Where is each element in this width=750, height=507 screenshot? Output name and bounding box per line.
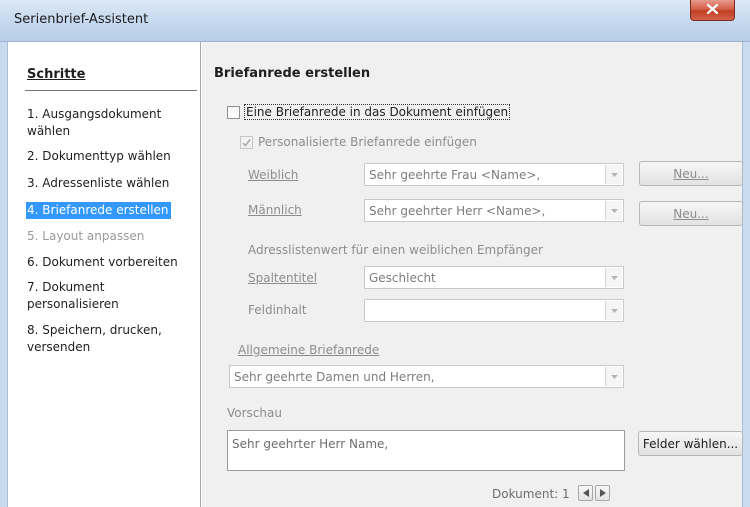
step-1-ausgangsdokument[interactable]: 1. Ausgangsdokument wählen	[27, 106, 197, 140]
female-salutation-select: Sehr geehrte Frau <Name>,	[364, 163, 624, 186]
field-content-select	[364, 299, 624, 322]
title-bar[interactable]: Serienbrief-Assistent	[0, 0, 750, 42]
step-3-adressenliste[interactable]: 3. Adressenliste wählen	[27, 175, 197, 192]
female-new-button-label: Neu...	[673, 166, 709, 181]
wizard-window: Serienbrief-Assistent Schritte 1. Ausgan…	[0, 0, 750, 507]
window-frame-left	[0, 42, 8, 507]
step-label: Dokument vorbereiten	[42, 255, 178, 269]
step-2-dokumenttyp[interactable]: 2. Dokumenttyp wählen	[27, 148, 197, 165]
select-fields-button[interactable]: Felder wählen...	[638, 431, 743, 456]
step-number: 1.	[27, 107, 39, 121]
window-frame-right	[742, 42, 750, 507]
step-number: 3.	[27, 176, 39, 190]
step-number: 4.	[27, 203, 39, 217]
step-label: Dokumenttyp wählen	[42, 149, 171, 163]
male-label: Männlich	[248, 203, 302, 217]
document-label: Dokument:	[492, 487, 559, 501]
document-nav-label: Dokument: 1	[492, 487, 570, 501]
steps-sidebar: Schritte 1. Ausgangsdokument wählen 2. D…	[9, 42, 201, 507]
step-label: Adressenliste wählen	[42, 176, 170, 190]
triangle-right-icon	[599, 486, 606, 500]
previous-document-button[interactable]	[578, 485, 593, 501]
dropdown-arrow-icon	[605, 367, 622, 386]
preview-label: Vorschau	[227, 406, 282, 420]
preview-box: Sehr geehrter Herr Name,	[227, 430, 625, 471]
male-salutation-value: Sehr geehrter Herr <Name>,	[369, 204, 546, 218]
male-new-button: Neu...	[639, 201, 743, 226]
steps-heading: Schritte	[27, 67, 86, 82]
step-number: 8.	[27, 323, 39, 337]
document-number: 1	[562, 487, 570, 501]
step-6-dokument-vorbereiten[interactable]: 6. Dokument vorbereiten	[27, 254, 197, 271]
dropdown-arrow-icon	[605, 201, 622, 220]
female-new-button: Neu...	[639, 161, 743, 186]
window-content: Schritte 1. Ausgangsdokument wählen 2. D…	[0, 42, 750, 507]
page-title: Briefanrede erstellen	[214, 66, 371, 81]
personalized-salutation-label: Personalisierte Briefanrede einfügen	[258, 135, 477, 149]
male-new-button-label: Neu...	[673, 206, 709, 221]
preview-text: Sehr geehrter Herr Name,	[232, 437, 389, 451]
female-salutation-value: Sehr geehrte Frau <Name>,	[369, 168, 541, 182]
step-number: 5.	[27, 229, 39, 243]
triangle-left-icon	[582, 486, 589, 500]
step-label: Briefanrede erstellen	[42, 203, 169, 217]
field-content-label: Feldinhalt	[248, 303, 307, 317]
select-fields-button-label: Felder wählen...	[642, 436, 739, 451]
column-title-value: Geschlecht	[369, 271, 436, 285]
next-document-button[interactable]	[595, 485, 610, 501]
general-salutation-select: Sehr geehrte Damen und Herren,	[229, 365, 624, 388]
step-label: Layout anpassen	[42, 229, 145, 243]
step-number: 2.	[27, 149, 39, 163]
step-number: 7.	[27, 280, 39, 294]
dropdown-arrow-icon	[605, 268, 622, 287]
step-8-speichern[interactable]: 8. Speichern, drucken, versenden	[27, 322, 197, 356]
step-label: Ausgangsdokument wählen	[27, 107, 162, 138]
general-salutation-value: Sehr geehrte Damen und Herren,	[234, 370, 435, 384]
female-label: Weiblich	[248, 168, 299, 182]
column-title-label: Spaltentitel	[248, 271, 318, 285]
steps-divider	[25, 90, 197, 91]
address-list-caption: Adresslistenwert für einen weiblichen Em…	[248, 243, 543, 257]
step-5-layout: 5. Layout anpassen	[27, 228, 197, 245]
step-page: Briefanrede erstellen Eine Briefanrede i…	[202, 42, 743, 507]
close-icon	[706, 3, 719, 17]
step-7-personalisieren[interactable]: 7. Dokument personalisieren	[27, 279, 197, 313]
insert-salutation-label[interactable]: Eine Briefanrede in das Dokument einfüge…	[243, 104, 511, 120]
close-button[interactable]	[690, 0, 735, 21]
column-title-select: Geschlecht	[364, 266, 624, 289]
step-label: Speichern, drucken, versenden	[27, 323, 162, 354]
window-title: Serienbrief-Assistent	[14, 12, 149, 27]
dropdown-arrow-icon	[605, 301, 622, 320]
step-label: Dokument personalisieren	[27, 280, 119, 311]
insert-salutation-checkbox[interactable]	[227, 106, 240, 119]
step-4-briefanrede[interactable]: 4. Briefanrede erstellen	[26, 202, 171, 219]
male-salutation-select: Sehr geehrter Herr <Name>,	[364, 199, 624, 222]
dropdown-arrow-icon	[605, 165, 622, 184]
personalized-salutation-checkbox	[240, 136, 253, 149]
general-salutation-label: Allgemeine Briefanrede	[238, 343, 380, 357]
step-number: 6.	[27, 255, 39, 269]
